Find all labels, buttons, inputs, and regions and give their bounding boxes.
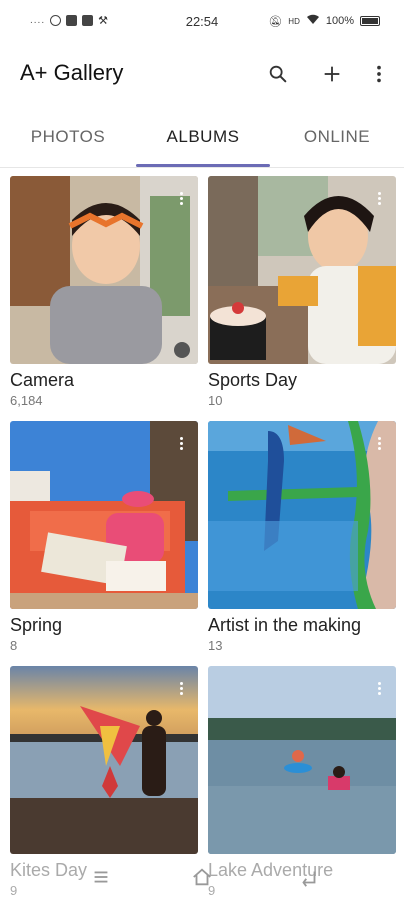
album-count: 8: [10, 638, 18, 653]
recent-apps-button[interactable]: [86, 862, 116, 892]
more-vert-icon[interactable]: [378, 437, 382, 451]
menu-icon: [94, 871, 108, 883]
album-card[interactable]: Sports Day 10: [208, 176, 396, 408]
more-vert-icon[interactable]: [378, 192, 382, 206]
lake-adventure-album-image: [208, 666, 396, 854]
tab-albums[interactable]: ALBUMS: [136, 112, 270, 162]
app-bar: A+ Gallery: [0, 50, 404, 98]
hd-icon: HD: [288, 16, 300, 26]
status-bar: .... ⚒ 22:54 🔕︎ HD 100%: [0, 0, 404, 44]
tab-online[interactable]: ONLINE: [270, 112, 404, 162]
add-icon: [324, 66, 340, 82]
album-name: Artist in the making: [208, 615, 362, 635]
album-thumbnail[interactable]: [10, 176, 198, 364]
home-icon: [193, 868, 211, 886]
camera-album-image: [10, 176, 198, 364]
search-icon: [269, 65, 287, 83]
search-button[interactable]: [262, 58, 294, 90]
album-count: 13: [208, 638, 223, 653]
album-count: 6,184: [10, 393, 43, 408]
album-thumbnail[interactable]: [208, 176, 396, 364]
album-name: Sports Day: [208, 370, 298, 390]
back-icon: [302, 871, 316, 887]
system-nav-bar: [0, 854, 404, 900]
mute-icon: 🔕︎: [268, 15, 283, 28]
album-thumbnail[interactable]: [10, 421, 198, 609]
artist-album-image: [208, 421, 396, 609]
tab-indicator: [136, 164, 270, 167]
album-name: Camera: [10, 370, 75, 390]
back-button[interactable]: [294, 862, 324, 892]
tab-photos[interactable]: PHOTOS: [0, 112, 136, 162]
album-name: Spring: [10, 615, 63, 635]
album-card[interactable]: Spring 8: [10, 421, 198, 653]
more-vert-icon: [377, 65, 381, 83]
tab-bar: PHOTOS ALBUMS ONLINE: [0, 112, 404, 168]
more-vert-icon[interactable]: [180, 682, 184, 696]
add-album-button[interactable]: [316, 58, 348, 90]
app-title: A+ Gallery: [20, 60, 124, 85]
album-card[interactable]: Camera 6,184: [10, 176, 198, 408]
album-thumbnail[interactable]: [208, 666, 396, 854]
album-card[interactable]: Artist in the making 13: [208, 421, 396, 653]
battery-percent: 100%: [325, 15, 354, 27]
status-right-icons: 🔕︎ HD 100%: [268, 14, 354, 28]
more-vert-icon[interactable]: [180, 437, 184, 451]
home-button[interactable]: [187, 862, 217, 892]
album-thumbnail[interactable]: [208, 421, 396, 609]
more-vert-icon[interactable]: [180, 192, 184, 206]
kites-day-album-image: [10, 666, 198, 854]
album-count: 10: [208, 393, 223, 408]
sports-day-album-image: [208, 176, 396, 364]
spring-album-image: [10, 421, 198, 609]
more-vert-icon[interactable]: [378, 682, 382, 696]
battery-icon: [360, 16, 380, 26]
wifi-icon: [306, 14, 320, 28]
album-thumbnail[interactable]: [10, 666, 198, 854]
more-options-button[interactable]: [363, 58, 395, 90]
